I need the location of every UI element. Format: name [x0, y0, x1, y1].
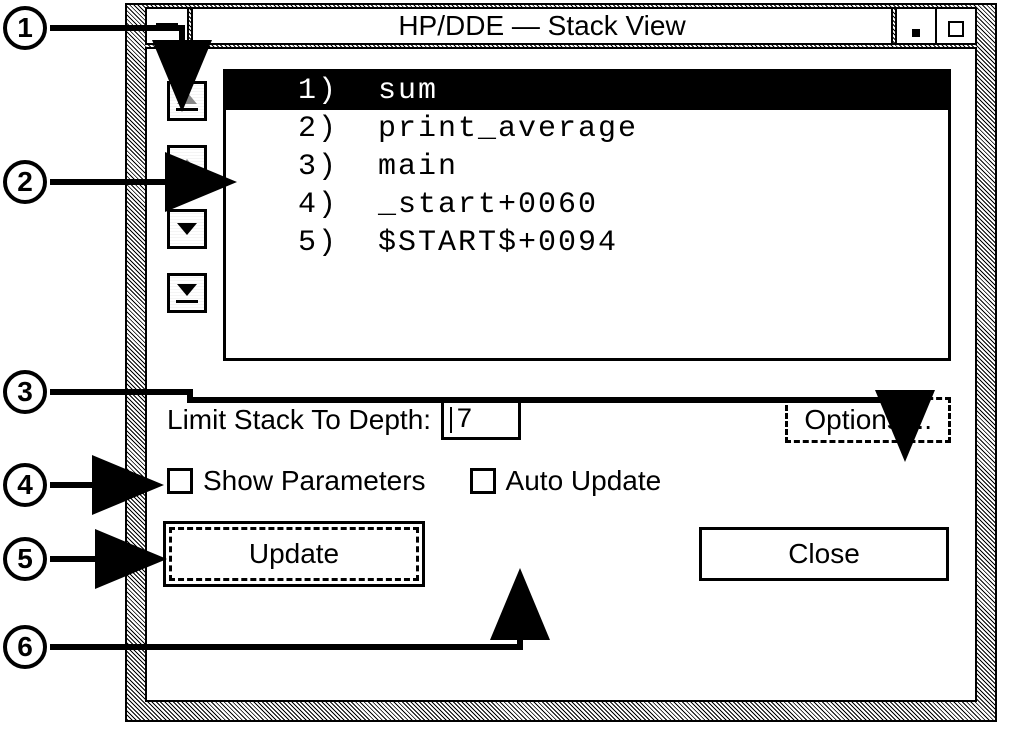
scroll-bottom-button[interactable]: [167, 273, 207, 313]
arrow-up-icon: [177, 159, 197, 171]
controls-area: Limit Stack To Depth: 7 Options ... Show…: [167, 397, 951, 581]
show-parameters-checkbox[interactable]: [167, 468, 193, 494]
arrow-down-icon: [177, 223, 197, 235]
system-menu-icon: [156, 23, 178, 29]
stack-row[interactable]: 2) print_average: [226, 110, 948, 148]
maximize-icon: [948, 21, 964, 37]
callout-6: 6: [3, 625, 47, 669]
callout-3: 3: [3, 370, 47, 414]
stack-row[interactable]: 1) sum: [226, 72, 948, 110]
update-button[interactable]: Update: [169, 527, 419, 581]
stack-listbox[interactable]: 1) sum 2) print_average 3) main 4) _star…: [223, 69, 951, 361]
maximize-button[interactable]: [935, 9, 975, 43]
scroll-down-button[interactable]: [167, 209, 207, 249]
callout-1: 1: [3, 6, 47, 50]
stack-row[interactable]: 4) _start+0060: [226, 186, 948, 224]
callout-5: 5: [3, 537, 47, 581]
minimize-button[interactable]: [895, 9, 935, 43]
system-menu-button[interactable]: [147, 9, 189, 43]
auto-update-label: Auto Update: [506, 465, 662, 497]
stack-row[interactable]: 5) $START$+0094: [226, 224, 948, 262]
depth-value: 7: [456, 405, 473, 436]
show-parameters-label: Show Parameters: [203, 465, 426, 497]
text-caret: [450, 407, 452, 433]
arrow-down-bar-icon: [177, 284, 197, 296]
depth-input[interactable]: 7: [441, 400, 521, 440]
window: HP/DDE — Stack View: [125, 3, 997, 722]
close-button[interactable]: Close: [699, 527, 949, 581]
depth-label: Limit Stack To Depth:: [167, 404, 431, 436]
titlebar: HP/DDE — Stack View: [145, 7, 977, 45]
auto-update-checkbox[interactable]: [470, 468, 496, 494]
stack-row[interactable]: 3) main: [226, 148, 948, 186]
options-button[interactable]: Options ...: [785, 397, 951, 443]
minimize-icon: [912, 29, 920, 37]
scroll-top-button[interactable]: [167, 81, 207, 121]
callout-4: 4: [3, 463, 47, 507]
scroll-up-button[interactable]: [167, 145, 207, 185]
callout-2: 2: [3, 160, 47, 204]
scroll-nav-column: [167, 69, 207, 313]
window-title: HP/DDE — Stack View: [191, 9, 893, 43]
arrow-up-bar-icon: [177, 92, 197, 104]
client-area: 1) sum 2) print_average 3) main 4) _star…: [145, 47, 977, 702]
